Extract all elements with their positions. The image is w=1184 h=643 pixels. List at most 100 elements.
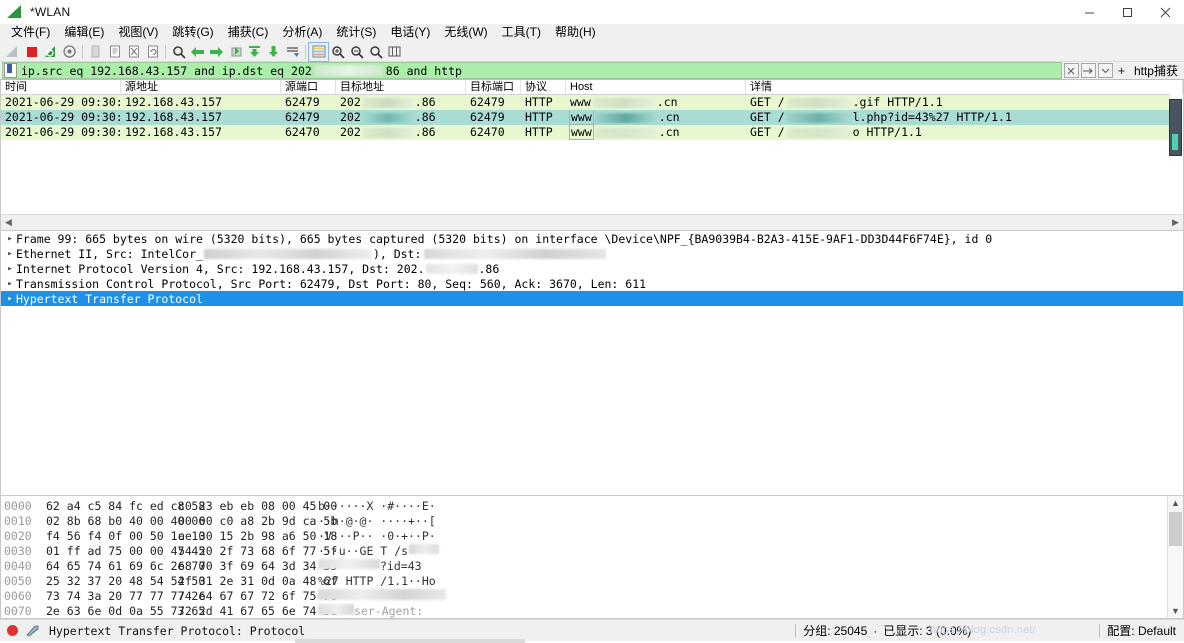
scroll-down-icon[interactable]: ▼ (1168, 604, 1183, 618)
expand-chevron-icon[interactable]: ▸ (4, 294, 16, 304)
hex-row: 0010 02 8b 68 b0 40 00 40 06 00 00 c0 a8… (4, 514, 1167, 529)
cell-protocol: HTTP (525, 125, 553, 139)
autoscroll-icon[interactable] (283, 43, 302, 61)
expand-chevron-icon[interactable]: ▸ (4, 234, 16, 244)
close-file-icon[interactable] (124, 43, 143, 61)
minimize-icon[interactable] (1070, 0, 1108, 24)
scroll-right-icon[interactable]: ▶ (1168, 216, 1183, 230)
hex-ascii: ···u··GE T /s (318, 544, 409, 558)
column-header-time[interactable]: 时间 (1, 80, 121, 94)
cell-srcport: 62470 (285, 125, 320, 139)
zoom-in-icon[interactable] (328, 43, 347, 61)
menu-item-capture[interactable]: 捕获(C) (221, 24, 276, 42)
packet-list-horizontal-scrollbar[interactable]: ◀ ▶ (1, 214, 1183, 230)
menu-item-go[interactable]: 跳转(G) (165, 24, 220, 42)
menu-item-wireless[interactable]: 无线(W) (437, 24, 494, 42)
start-capture-icon[interactable] (3, 43, 22, 61)
hex-offset: 0060 (4, 589, 32, 603)
scroll-up-icon[interactable]: ▲ (1168, 496, 1183, 510)
go-last-packet-icon[interactable] (264, 43, 283, 61)
column-header-host[interactable]: Host (566, 80, 746, 94)
menu-item-analyze[interactable]: 分析(A) (275, 24, 329, 42)
detail-row-ethernet[interactable]: ▸ Ethernet II, Src: IntelCor_), Dst: (1, 246, 1183, 261)
expert-info-icon[interactable] (26, 624, 39, 637)
detail-row-http[interactable]: ▸ Hypertext Transfer Protocol (1, 291, 1183, 306)
hex-ascii: ?id=43 (380, 559, 422, 573)
column-header-protocol[interactable]: 协议 (521, 80, 566, 94)
zoom-reset-icon[interactable] (366, 43, 385, 61)
cell-srcport: 62479 (285, 95, 320, 109)
redacted-mac-dst (424, 248, 607, 259)
toolbar-separator (165, 44, 166, 59)
packet-bytes-pane: 0000 62 a4 c5 84 fc ed c8 58 c0 23 eb eb… (0, 496, 1184, 619)
capture-options-icon[interactable] (60, 43, 79, 61)
scroll-left-icon[interactable]: ◀ (1, 216, 16, 230)
hex-ascii: ser-Agent: (354, 604, 424, 618)
hex-offset: 0010 (4, 514, 32, 528)
column-header-info[interactable]: 详情 (746, 80, 1183, 94)
menu-item-help[interactable]: 帮助(H) (548, 24, 603, 42)
column-header-dstport[interactable]: 目标端口 (466, 80, 521, 94)
redacted-mac-src (203, 248, 372, 259)
column-header-dest[interactable]: 目标地址 (336, 80, 466, 94)
table-row[interactable]: 2021-06-29 09:30:46 192.168.43.157 62479… (1, 110, 1183, 125)
detail-row-ipv4[interactable]: ▸ Internet Protocol Version 4, Src: 192.… (1, 261, 1183, 276)
menu-item-edit[interactable]: 编辑(E) (57, 24, 111, 42)
menu-item-view[interactable]: 视图(V) (111, 24, 165, 42)
menu-bar: 文件(F) 编辑(E) 视图(V) 跳转(G) 捕获(C) 分析(A) 统计(S… (0, 24, 1184, 42)
filter-profile-label[interactable]: http捕获 (1134, 62, 1178, 79)
go-to-packet-icon[interactable] (226, 43, 245, 61)
apply-filter-icon[interactable] (1080, 63, 1096, 78)
display-filter-text-part1: ip.src eq 192.168.43.157 and ip.dst eq 2… (21, 63, 312, 78)
hex-offset: 0030 (4, 544, 32, 558)
table-row[interactable]: 2021-06-29 09:30:46 192.168.43.157 62470… (1, 125, 1183, 140)
stop-capture-icon[interactable] (22, 43, 41, 61)
menu-item-tools[interactable]: 工具(T) (495, 24, 548, 42)
go-first-packet-icon[interactable] (245, 43, 264, 61)
packet-list-pane: 时间 源地址 源端口 目标地址 目标端口 协议 Host 详情 2021-06-… (0, 79, 1184, 231)
find-packet-icon[interactable] (169, 43, 188, 61)
scrollbar-thumb[interactable] (1169, 99, 1182, 156)
status-profile[interactable]: 配置: Default (1107, 622, 1176, 639)
redacted-ascii (318, 604, 354, 615)
hex-ascii: ··h·@·@· ····+··[ (318, 514, 436, 528)
column-header-srcport[interactable]: 源端口 (281, 80, 336, 94)
bookmark-icon[interactable] (4, 63, 17, 78)
restart-capture-icon[interactable] (41, 43, 60, 61)
scrollbar-track[interactable] (16, 215, 1168, 230)
menu-item-file[interactable]: 文件(F) (4, 24, 57, 42)
hex-ascii: b······X ·#····E· (318, 499, 436, 513)
table-row[interactable]: 2021-06-29 09:30:40 192.168.43.157 62479… (1, 95, 1183, 110)
maximize-icon[interactable] (1108, 0, 1146, 24)
cell-host: www .cn (566, 110, 746, 125)
main-toolbar (0, 41, 1184, 62)
go-forward-icon[interactable] (207, 43, 226, 61)
colorize-icon[interactable] (308, 41, 329, 62)
go-back-icon[interactable] (188, 43, 207, 61)
menu-item-statistics[interactable]: 统计(S) (329, 24, 383, 42)
add-filter-button[interactable]: + (1115, 63, 1128, 78)
menu-item-telephony[interactable]: 电话(Y) (383, 24, 437, 42)
cell-host-suffix: .cn (658, 125, 680, 139)
detail-row-frame[interactable]: ▸ Frame 99: 665 bytes on wire (5320 bits… (1, 231, 1183, 246)
close-icon[interactable] (1146, 0, 1184, 24)
detail-row-tcp[interactable]: ▸ Transmission Control Protocol, Src Por… (1, 276, 1183, 291)
hex-dump[interactable]: 0000 62 a4 c5 84 fc ed c8 58 c0 23 eb eb… (1, 496, 1167, 618)
column-header-source[interactable]: 源地址 (121, 80, 281, 94)
record-dot-icon[interactable] (7, 625, 18, 636)
expand-chevron-icon[interactable]: ▸ (4, 279, 16, 289)
clear-filter-icon[interactable] (1063, 63, 1079, 78)
reload-file-icon[interactable] (143, 43, 162, 61)
packet-list-vertical-scrollbar[interactable] (1169, 94, 1183, 214)
expand-chevron-icon[interactable]: ▸ (4, 249, 16, 259)
save-file-icon[interactable] (105, 43, 124, 61)
resize-columns-icon[interactable] (385, 43, 404, 61)
cell-time: 2021-06-29 09:30:46 (5, 110, 121, 124)
expand-chevron-icon[interactable]: ▸ (4, 264, 16, 274)
chevron-down-icon[interactable] (1097, 63, 1113, 78)
hex-bytes-left: 64 65 74 61 69 6c 2e 70 (46, 559, 206, 573)
display-filter-input[interactable]: ip.src eq 192.168.43.157 and ip.dst eq 2… (2, 62, 1062, 79)
zoom-out-icon[interactable] (347, 43, 366, 61)
scrollbar-thumb[interactable] (1169, 512, 1182, 546)
hex-vertical-scrollbar[interactable]: ▲ ▼ (1167, 496, 1183, 618)
